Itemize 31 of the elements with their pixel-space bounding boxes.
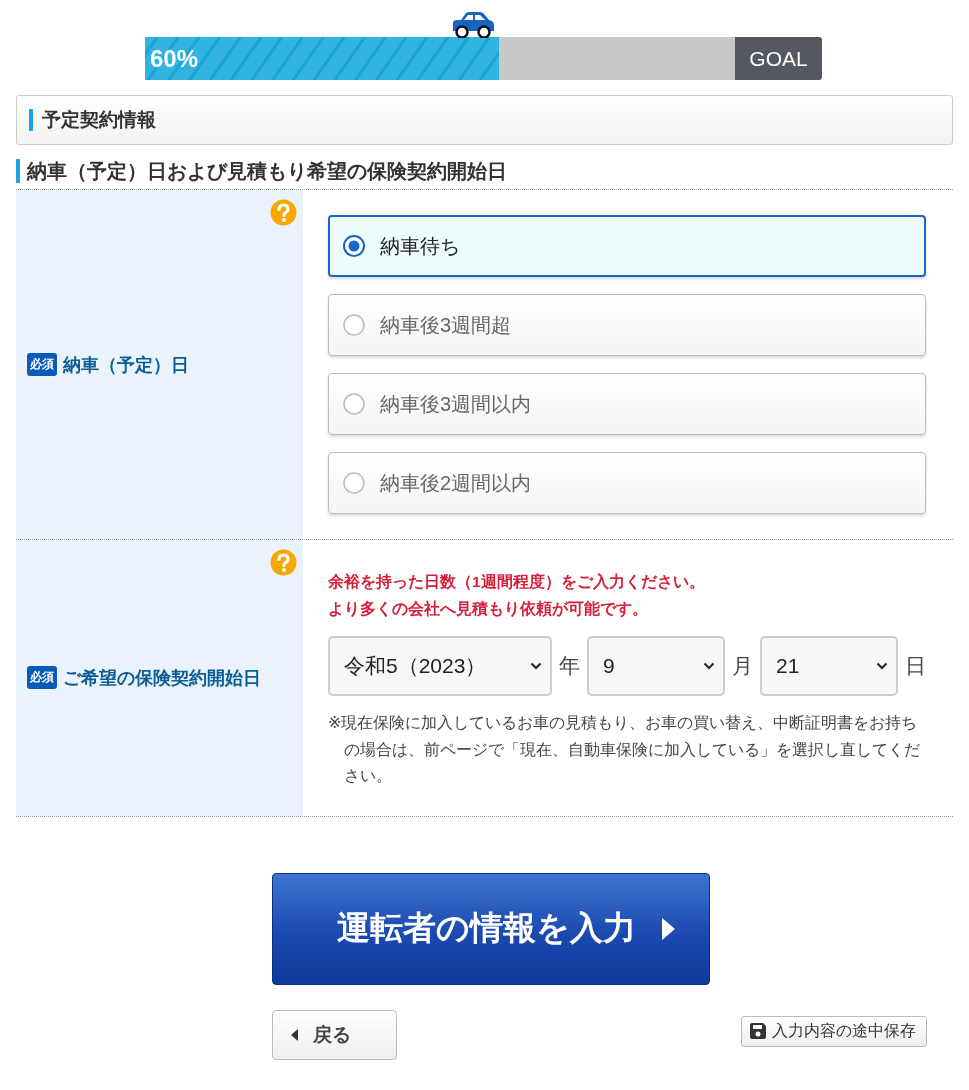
date-unit: 日 [905,653,926,679]
field-label: 納車（予定）日 [63,353,189,377]
date-select[interactable]: 令和5（2023） [328,636,552,696]
notice-text: より多くの会社へ見積もり依頼が可能です。 [328,599,648,619]
date-unit: 年 [559,653,580,679]
chevron-down-icon [876,662,888,670]
chevron-right-icon [662,917,675,940]
save-draft-button[interactable]: 入力内容の途中保存 [741,1015,927,1047]
field-label: ご希望の保険契約開始日 [63,666,261,690]
goal-label: GOAL [735,37,822,80]
notice-text: 余裕を持った日数（1週間程度）をご入力ください。 [328,572,705,592]
progress-percent: 60% [149,44,199,73]
required-badge: 必須 [27,353,57,376]
help-icon[interactable] [270,199,297,226]
date-select[interactable]: 9 [587,636,725,696]
date-select[interactable]: 21 [760,636,898,696]
required-badge: 必須 [27,666,57,690]
radio-option[interactable]: 納車後2週間以内 [328,452,926,514]
date-unit: 月 [732,653,753,679]
section-title: 予定契約情報 [29,109,156,131]
chevron-down-icon [703,662,715,670]
subsection-title: 納車（予定）日および見積もり希望の保険契約開始日 [16,159,507,183]
chevron-down-icon [530,662,542,670]
help-icon[interactable] [270,549,297,576]
radio-option[interactable]: 納車待ち [328,215,926,277]
caret-left-icon [291,1028,298,1041]
radio-option[interactable]: 納車後3週間超 [328,294,926,356]
radio-option[interactable]: 納車後3週間以内 [328,373,926,435]
back-button[interactable]: 戻る [272,1009,397,1060]
note-text: ※現在保険に加入しているお車の見積もり、お車の買い替え、中断証明書をお持ちの場合は、前ページで「現在、自動車保険に加入している」を選択し直してください。 [328,713,921,786]
next-button[interactable]: 運転者の情報を入力 [272,872,710,985]
